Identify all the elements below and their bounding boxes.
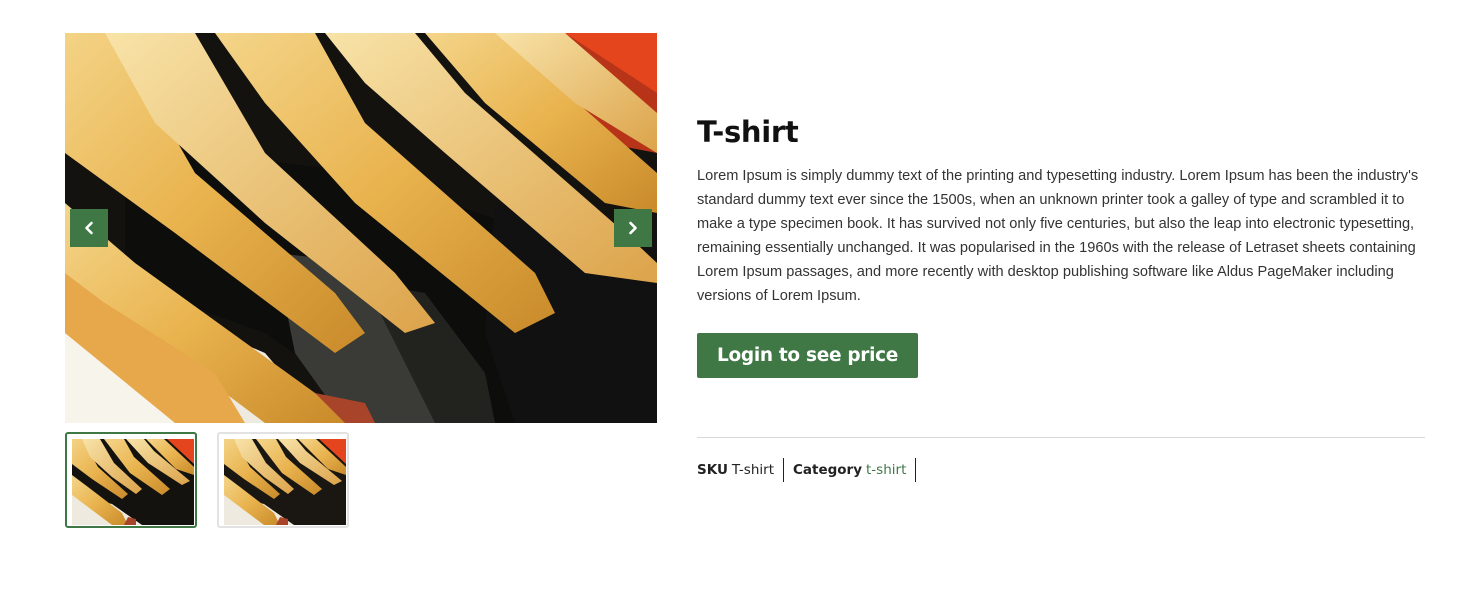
category-meta: Category t-shirt xyxy=(792,458,917,482)
sku-value: T-shirt xyxy=(731,462,774,478)
meta-divider xyxy=(697,437,1425,438)
category-label: Category xyxy=(792,462,863,478)
main-product-image xyxy=(65,33,657,423)
previous-image-button[interactable] xyxy=(70,209,108,247)
product-gallery xyxy=(65,33,657,532)
sku-meta: SKU T-shirt xyxy=(697,458,784,482)
next-image-button[interactable] xyxy=(614,209,652,247)
hangers-photo xyxy=(65,33,657,423)
thumbnail-image xyxy=(72,439,194,525)
product-page: T-shirt Lorem Ipsum is simply dummy text… xyxy=(0,0,1478,590)
login-to-see-price-button[interactable]: Login to see price xyxy=(697,333,919,378)
product-summary: T-shirt Lorem Ipsum is simply dummy text… xyxy=(697,110,1425,482)
product-meta: SKU T-shirt Category t-shirt xyxy=(697,458,1425,482)
sku-label: SKU xyxy=(697,462,728,478)
thumbnail-1[interactable] xyxy=(65,432,197,528)
category-link[interactable]: t-shirt xyxy=(866,462,906,478)
product-description: Lorem Ipsum is simply dummy text of the … xyxy=(697,168,1419,304)
chevron-right-icon xyxy=(629,221,637,235)
thumbnail-2[interactable] xyxy=(217,432,349,528)
thumbnail-image xyxy=(224,439,346,525)
product-title: T-shirt xyxy=(697,115,799,149)
thumbnail-strip xyxy=(65,432,657,532)
chevron-left-icon xyxy=(85,221,93,235)
